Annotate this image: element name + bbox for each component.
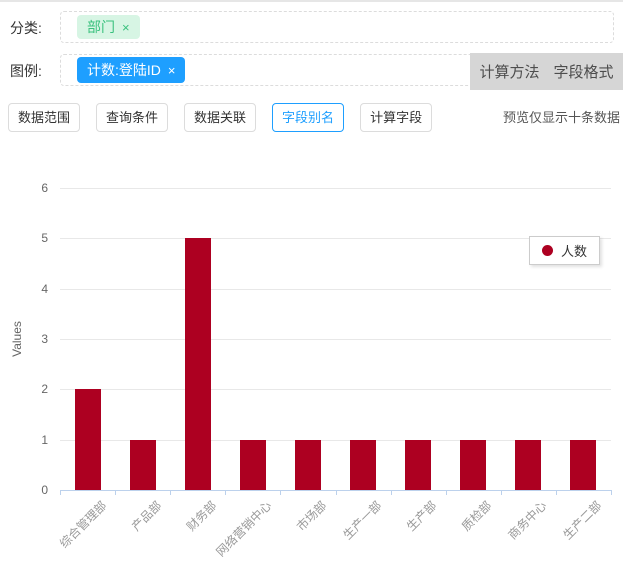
bar[interactable] — [130, 440, 156, 490]
bar[interactable] — [75, 389, 101, 490]
category-tag[interactable]: 部门 × — [77, 15, 140, 39]
x-axis-tick — [280, 490, 281, 495]
gridline — [60, 289, 611, 290]
toolbar-button[interactable]: 字段别名 — [272, 103, 344, 132]
y-axis-tick-label: 0 — [8, 483, 48, 497]
y-axis-tick-label: 4 — [8, 282, 48, 296]
menu-item-calc-method[interactable]: 计算方法 — [479, 61, 539, 82]
x-axis-category-label: 质检部 — [458, 497, 495, 534]
top-divider — [0, 0, 623, 2]
x-axis-tick — [611, 490, 612, 495]
y-axis-tick-label: 6 — [8, 181, 48, 195]
toolbar-button[interactable]: 数据范围 — [8, 103, 80, 132]
x-axis-tick — [225, 490, 226, 495]
toolbar-button[interactable]: 查询条件 — [96, 103, 168, 132]
category-label: 分类: — [10, 11, 42, 45]
tag-context-menu: 计算方法 字段格式 — [470, 53, 623, 90]
x-axis-tick — [115, 490, 116, 495]
bar[interactable] — [515, 440, 541, 490]
x-axis-category-label: 生产二部 — [560, 497, 606, 543]
gridline — [60, 188, 611, 189]
menu-item-field-format[interactable]: 字段格式 — [554, 61, 614, 82]
y-axis-tick-label: 3 — [8, 332, 48, 346]
legend-dot-icon — [542, 245, 553, 256]
x-axis-category-label: 网络营销中心 — [212, 497, 275, 560]
bar[interactable] — [185, 238, 211, 490]
x-axis-category-label: 市场部 — [292, 497, 329, 534]
bar[interactable] — [295, 440, 321, 490]
chart-legend[interactable]: 人数 — [529, 236, 600, 265]
x-axis-category-label: 产品部 — [127, 497, 164, 534]
category-tag-label: 部门 — [87, 17, 115, 37]
x-axis-tick — [501, 490, 502, 495]
legend-field-label: 图例: — [10, 54, 42, 88]
bar[interactable] — [240, 440, 266, 490]
x-axis-category-label: 生产一部 — [339, 497, 385, 543]
x-axis-tick — [556, 490, 557, 495]
toolbar: 数据范围查询条件数据关联字段别名计算字段 — [8, 103, 432, 132]
close-icon[interactable]: × — [122, 20, 130, 35]
x-axis-category-label: 综合管理部 — [55, 497, 109, 551]
gridline — [60, 389, 611, 390]
legend-series-name: 人数 — [561, 241, 587, 260]
bar[interactable] — [460, 440, 486, 490]
x-axis-tick — [60, 490, 61, 495]
x-axis-category-label: 财务部 — [182, 497, 219, 534]
toolbar-button[interactable]: 数据关联 — [184, 103, 256, 132]
toolbar-button[interactable]: 计算字段 — [360, 103, 432, 132]
legend-tag[interactable]: 计数:登陆ID × — [77, 57, 185, 83]
y-axis-tick-label: 5 — [8, 231, 48, 245]
category-drop-field[interactable]: 部门 × — [60, 11, 614, 43]
bar[interactable] — [350, 440, 376, 490]
bar[interactable] — [405, 440, 431, 490]
y-axis-tick-label: 2 — [8, 382, 48, 396]
legend-tag-label: 计数:登陆ID — [87, 60, 161, 80]
x-axis-tick — [170, 490, 171, 495]
bar[interactable] — [570, 440, 596, 490]
preview-note: 预览仅显示十条数据 — [503, 103, 620, 132]
x-axis-category-label: 生产部 — [403, 497, 440, 534]
x-axis-category-label: 商务中心 — [504, 497, 550, 543]
chart-config-panel: 分类: 部门 × 图例: 计数:登陆ID × 计算方法 字段格式 数据范围查询条… — [0, 0, 623, 562]
gridline — [60, 339, 611, 340]
x-axis-tick — [446, 490, 447, 495]
close-icon[interactable]: × — [168, 63, 176, 78]
y-axis-tick-label: 1 — [8, 433, 48, 447]
x-axis-tick — [391, 490, 392, 495]
x-axis-tick — [336, 490, 337, 495]
